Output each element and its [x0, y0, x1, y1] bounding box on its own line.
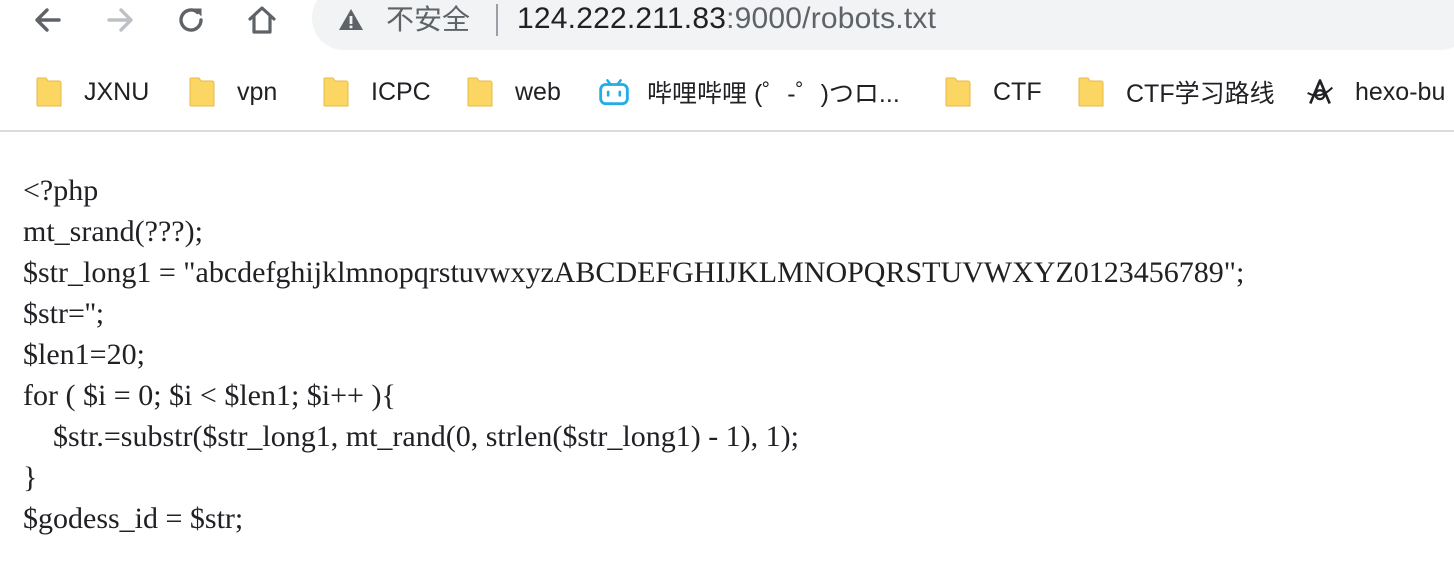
code-line: } — [23, 461, 38, 494]
bookmark-jxnu[interactable]: JXNU — [34, 62, 149, 122]
back-button[interactable] — [28, 0, 68, 40]
url-host: 124.222.211.83 — [517, 2, 727, 35]
code-line: $str_long1 = "abcdefghijklmnopqrstuvwxyz… — [23, 256, 1245, 289]
back-arrow-icon — [35, 8, 61, 32]
code-line: $godess_id = $str; — [23, 502, 244, 535]
browser-toolbar: 不安全 124.222.211.83:9000/robots.txt — [0, 0, 1454, 56]
bookmark-icpc[interactable]: ICPC — [321, 62, 431, 122]
folder-icon — [943, 75, 973, 109]
bookmarks-bar: JXNU vpn ICPC web 哔哩哔哩 (゜-゜)つロ... CTF CT… — [0, 62, 1454, 122]
bilibili-icon — [599, 75, 629, 109]
page-content: <?php mt_srand(???); $str_long1 = "abcde… — [23, 170, 1443, 539]
bookmark-label: ICPC — [371, 77, 431, 106]
folder-icon — [321, 75, 351, 109]
bookmark-bilibili[interactable]: 哔哩哔哩 (゜-゜)つロ... — [599, 62, 900, 122]
forward-button[interactable] — [100, 0, 140, 40]
code-line: $str.=substr($str_long1, mt_rand(0, strl… — [23, 420, 800, 453]
code-line: for ( $i = 0; $i < $len1; $i++ ){ — [23, 379, 396, 412]
reload-icon — [179, 8, 203, 32]
home-icon — [248, 6, 276, 34]
home-button[interactable] — [242, 0, 282, 40]
url-path: :9000/robots.txt — [726, 2, 937, 35]
code-line: <?php — [23, 174, 99, 207]
folder-icon — [1076, 75, 1106, 109]
bookmark-label: 哔哩哔哩 (゜-゜)つロ... — [647, 80, 900, 108]
reload-button[interactable] — [171, 0, 211, 40]
toolbar-divider — [0, 130, 1454, 132]
folder-icon — [34, 75, 64, 109]
bookmark-hexo[interactable]: hexo-bu — [1305, 62, 1445, 122]
forward-arrow-icon — [107, 8, 133, 32]
bookmark-ctf[interactable]: CTF — [943, 62, 1042, 122]
bookmark-label: web — [515, 77, 561, 106]
address-bar-separator — [496, 4, 498, 36]
bookmark-label: hexo-bu — [1355, 77, 1446, 106]
code-line: $len1=20; — [23, 338, 145, 371]
code-line: mt_srand(???); — [23, 215, 203, 248]
hexo-icon — [1305, 75, 1335, 109]
url-text[interactable]: 124.222.211.83:9000/robots.txt — [517, 1, 936, 37]
bookmark-label: JXNU — [84, 77, 150, 106]
bookmark-label: CTF — [993, 77, 1042, 106]
bookmark-vpn[interactable]: vpn — [187, 62, 277, 122]
bookmark-web[interactable]: web — [465, 62, 561, 122]
warning-triangle-icon[interactable] — [337, 6, 365, 34]
bookmark-label: vpn — [237, 77, 278, 106]
security-status-label[interactable]: 不安全 — [386, 2, 470, 38]
folder-icon — [465, 75, 495, 109]
bookmark-label: CTF学习路线 — [1126, 80, 1275, 108]
code-line: $str=''; — [23, 297, 105, 330]
folder-icon — [187, 75, 217, 109]
bookmark-ctf-roadmap[interactable]: CTF学习路线 — [1076, 62, 1275, 122]
